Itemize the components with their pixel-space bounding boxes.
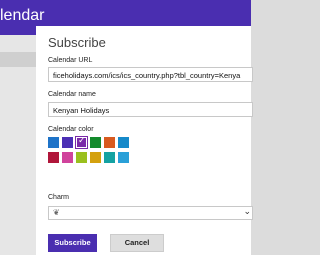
charm-select[interactable]: ❦ ⌄	[48, 206, 253, 220]
calendar-color-label: Calendar color	[48, 126, 94, 133]
color-swatch[interactable]: ✓	[75, 136, 88, 149]
chevron-down-icon: ⌄	[243, 207, 251, 217]
sidebar	[0, 35, 36, 255]
calendar-name-label: Calendar name	[48, 91, 96, 98]
color-swatch[interactable]	[62, 137, 73, 148]
color-swatch[interactable]	[118, 152, 129, 163]
paw-icon: ❦	[53, 208, 60, 217]
charm-label: Charm	[48, 194, 70, 201]
calendar-name-value: Kenyan Holidays	[53, 106, 110, 115]
color-swatch[interactable]	[76, 152, 87, 163]
calendar-url-value: ficeholidays.com/ics/ics_country.php?tbl…	[53, 71, 241, 80]
color-swatch[interactable]	[90, 137, 101, 148]
subscribe-panel: Subscribe Calendar URL ficeholidays.com/…	[36, 26, 253, 255]
color-swatch[interactable]	[48, 152, 59, 163]
checkmark-icon: ✓	[78, 136, 86, 146]
color-swatch[interactable]	[118, 137, 129, 148]
color-swatch[interactable]	[62, 152, 73, 163]
color-swatch[interactable]	[48, 137, 59, 148]
color-swatch-grid: ✓	[48, 136, 132, 163]
subscribe-button[interactable]: Subscribe	[48, 234, 97, 252]
cancel-button[interactable]: Cancel	[110, 234, 164, 252]
calendar-name-input[interactable]: Kenyan Holidays	[48, 102, 253, 117]
calendar-url-label: Calendar URL	[48, 57, 93, 64]
color-swatch[interactable]	[90, 152, 101, 163]
sidebar-item-selected[interactable]	[0, 52, 36, 67]
panel-title: Subscribe	[48, 35, 106, 50]
color-swatch[interactable]	[104, 137, 115, 148]
color-swatch[interactable]	[104, 152, 115, 163]
calendar-url-input[interactable]: ficeholidays.com/ics/ics_country.php?tbl…	[48, 67, 253, 82]
